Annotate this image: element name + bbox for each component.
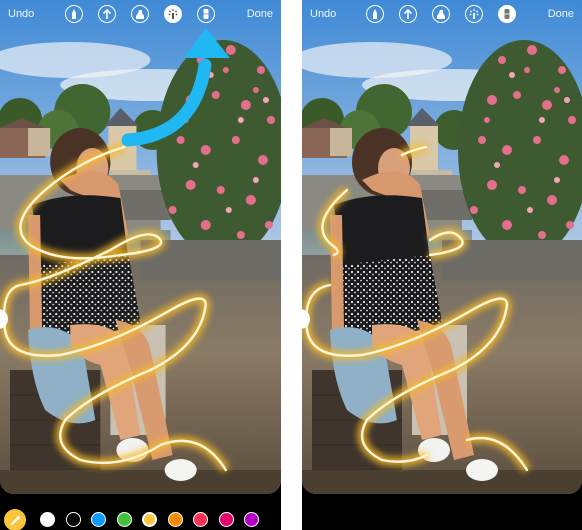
marker-tool-button[interactable] xyxy=(131,5,149,23)
done-button[interactable]: Done xyxy=(548,8,574,20)
marker-tool-button[interactable] xyxy=(432,5,450,23)
marker-icon xyxy=(437,10,445,19)
pen-tool-button[interactable] xyxy=(366,5,384,23)
pen-icon xyxy=(373,9,377,19)
neon-sparkle-icon xyxy=(168,9,178,19)
color-swatch[interactable] xyxy=(244,512,259,527)
pen-icon xyxy=(72,9,76,19)
neon-tool-button[interactable] xyxy=(164,5,182,23)
color-swatch[interactable] xyxy=(91,512,106,527)
undo-button[interactable]: Undo xyxy=(310,8,336,20)
eyedropper-icon xyxy=(10,514,21,525)
photo-canvas[interactable] xyxy=(0,0,281,494)
eraser-icon xyxy=(504,9,510,19)
editor-panel-after: Undo Done xyxy=(302,0,582,530)
color-swatch[interactable] xyxy=(116,512,132,527)
photo xyxy=(0,0,281,494)
drawing-toolbar: Undo Done xyxy=(302,0,582,30)
photo xyxy=(302,0,582,494)
neon-sparkle-icon xyxy=(469,9,479,19)
undo-button[interactable]: Undo xyxy=(8,8,34,20)
color-swatch[interactable] xyxy=(218,512,234,527)
drawing-toolbar: Undo Done xyxy=(0,0,281,30)
color-swatch[interactable] xyxy=(65,512,81,527)
color-swatch[interactable] xyxy=(40,512,55,527)
eyedropper-button[interactable] xyxy=(4,509,26,530)
photo-canvas[interactable] xyxy=(302,0,582,494)
color-swatch[interactable] xyxy=(167,512,183,527)
arrow-tool-button[interactable] xyxy=(399,5,417,23)
arrow-up-icon xyxy=(102,8,112,19)
arrow-tool-button[interactable] xyxy=(98,5,116,23)
eraser-tool-button[interactable] xyxy=(498,5,516,23)
arrow-up-icon xyxy=(403,8,413,19)
color-swatch[interactable] xyxy=(142,512,157,527)
pen-tool-button[interactable] xyxy=(65,5,83,23)
color-swatch[interactable] xyxy=(193,512,208,527)
neon-tool-button[interactable] xyxy=(465,5,483,23)
eraser-icon xyxy=(203,9,209,19)
color-palette xyxy=(0,508,281,530)
eraser-tool-button[interactable] xyxy=(197,5,215,23)
editor-panel-before: Undo Done xyxy=(0,0,281,530)
done-button[interactable]: Done xyxy=(247,8,273,20)
marker-icon xyxy=(136,10,144,19)
